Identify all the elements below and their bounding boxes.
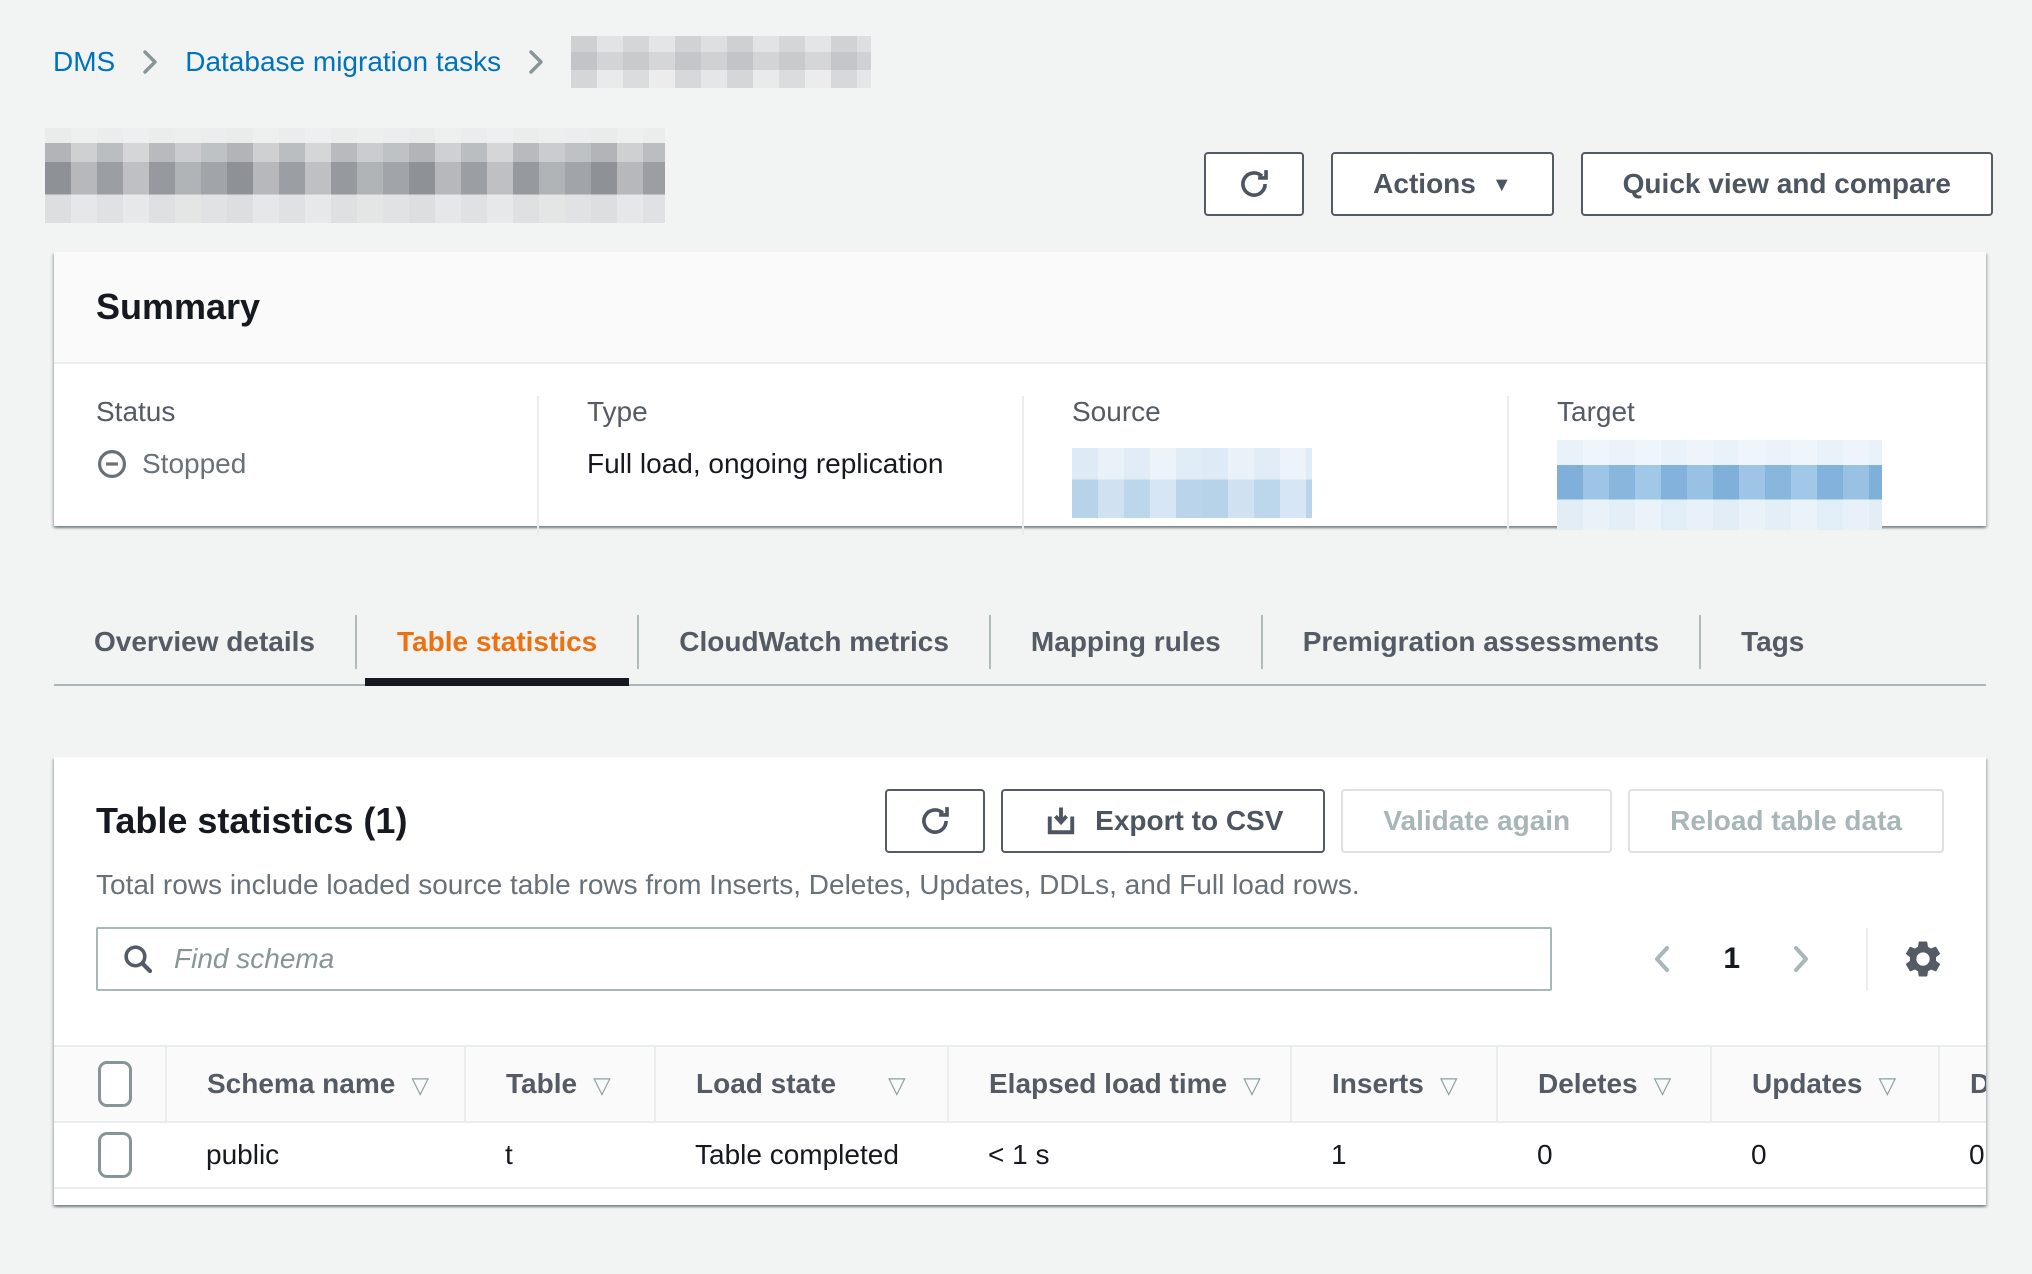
table-header-row: Schema name ▽ Table ▽ Load state ▽ Elapsed …: [54, 1046, 1986, 1122]
summary-field-target: Target: [1507, 396, 1986, 535]
table-statistics-panel: Table statistics (1) Export to CSV Valid…: [54, 757, 1986, 1205]
chevron-right-icon: [137, 47, 163, 77]
summary-panel: Summary Status Stopped Type Full load, o…: [54, 252, 1986, 526]
redacted-source-endpoint[interactable]: [1072, 448, 1312, 518]
column-header-updates: Updates: [1752, 1068, 1862, 1099]
search-icon: [120, 941, 156, 977]
column-header-schema-name: Schema name: [207, 1068, 395, 1099]
previous-page-button[interactable]: [1637, 940, 1687, 978]
page-actions: Actions ▼ Quick view and compare: [1204, 152, 1993, 216]
sort-icon[interactable]: ▽: [411, 1072, 429, 1098]
sort-icon[interactable]: ▽: [1440, 1072, 1458, 1098]
breadcrumb-link-dms[interactable]: DMS: [53, 46, 115, 78]
redacted-target-endpoint[interactable]: [1557, 440, 1882, 530]
cell-updates: 0: [1711, 1122, 1939, 1188]
caret-down-icon: ▼: [1492, 175, 1512, 195]
redacted-page-title: [45, 128, 665, 223]
column-header-load-state: Load state: [696, 1068, 836, 1099]
export-csv-button[interactable]: Export to CSV: [1001, 789, 1325, 853]
table-actions: Export to CSV Validate again Reload tabl…: [885, 789, 1944, 853]
column-header-elapsed-load-time: Elapsed load time: [989, 1068, 1227, 1099]
quick-view-compare-button[interactable]: Quick view and compare: [1581, 152, 1993, 216]
schema-search-box[interactable]: [96, 927, 1552, 991]
validate-again-label: Validate again: [1383, 805, 1570, 837]
export-csv-label: Export to CSV: [1095, 805, 1283, 837]
cell-load-state: Table completed: [655, 1122, 948, 1188]
actions-button[interactable]: Actions ▼: [1331, 152, 1553, 216]
cell-ddls-clipped: 0: [1939, 1122, 1986, 1188]
status-label: Status: [96, 396, 537, 428]
tab-mapping-rules[interactable]: Mapping rules: [991, 600, 1261, 684]
table-statistics-description: Total rows include loaded source table r…: [96, 869, 1944, 901]
pagination: 1: [1637, 928, 1944, 990]
next-page-button[interactable]: [1776, 940, 1826, 978]
select-all-checkbox[interactable]: [98, 1061, 132, 1107]
cell-elapsed-load-time: < 1 s: [948, 1122, 1291, 1188]
current-page-number[interactable]: 1: [1723, 942, 1740, 976]
status-value: Stopped: [96, 448, 537, 480]
table-statistics-table: Schema name ▽ Table ▽ Load state ▽ Elapsed …: [54, 1045, 1986, 1189]
tab-bar: Overview details Table statistics CloudW…: [54, 600, 1986, 686]
table-refresh-button[interactable]: [885, 789, 985, 853]
reload-table-data-label: Reload table data: [1670, 805, 1902, 837]
redacted-task-name: [571, 36, 871, 88]
source-label: Source: [1072, 396, 1507, 428]
sort-icon[interactable]: ▽: [888, 1072, 906, 1098]
row-checkbox[interactable]: [98, 1132, 132, 1178]
pagination-divider: [1866, 928, 1868, 990]
stopped-icon: [96, 448, 128, 480]
validate-again-button[interactable]: Validate again: [1341, 789, 1612, 853]
summary-header: Summary: [54, 252, 1986, 364]
table-row: public t Table completed < 1 s 1 0 0 0: [54, 1122, 1986, 1188]
sort-icon[interactable]: ▽: [1878, 1072, 1896, 1098]
schema-search-input[interactable]: [174, 943, 1528, 975]
table-statistics-title: Table statistics (1): [96, 800, 407, 842]
sort-icon[interactable]: ▽: [593, 1072, 611, 1098]
actions-button-label: Actions: [1373, 168, 1476, 200]
refresh-icon: [1235, 165, 1273, 203]
summary-field-type: Type Full load, ongoing replication: [537, 396, 1022, 535]
quick-view-compare-label: Quick view and compare: [1623, 168, 1951, 200]
column-header-ddls-clipped: D: [1970, 1068, 1986, 1099]
type-value: Full load, ongoing replication: [587, 448, 1022, 480]
tab-premigration-assessments[interactable]: Premigration assessments: [1263, 600, 1699, 684]
breadcrumb-link-tasks[interactable]: Database migration tasks: [185, 46, 501, 78]
sort-icon[interactable]: ▽: [1243, 1072, 1261, 1098]
summary-title: Summary: [96, 286, 260, 328]
cell-inserts: 1: [1291, 1122, 1497, 1188]
tab-cloudwatch-metrics[interactable]: CloudWatch metrics: [639, 600, 989, 684]
column-header-deletes: Deletes: [1538, 1068, 1638, 1099]
refresh-icon: [916, 802, 954, 840]
reload-table-data-button[interactable]: Reload table data: [1628, 789, 1944, 853]
cell-schema-name: public: [166, 1122, 465, 1188]
column-header-table: Table: [506, 1068, 577, 1099]
gear-icon: [1902, 938, 1944, 980]
cell-deletes: 0: [1497, 1122, 1711, 1188]
tab-tags[interactable]: Tags: [1701, 600, 1844, 684]
summary-field-source: Source: [1022, 396, 1507, 535]
tab-table-statistics[interactable]: Table statistics: [357, 600, 637, 684]
summary-field-status: Status Stopped: [54, 396, 537, 535]
tab-overview-details[interactable]: Overview details: [54, 600, 355, 684]
refresh-button[interactable]: [1204, 152, 1304, 216]
sort-icon[interactable]: ▽: [1654, 1072, 1672, 1098]
status-text: Stopped: [142, 448, 246, 480]
cell-table: t: [465, 1122, 655, 1188]
target-label: Target: [1557, 396, 1986, 428]
chevron-right-icon: [523, 47, 549, 77]
summary-grid: Status Stopped Type Full load, ongoing r…: [54, 364, 1986, 535]
column-header-inserts: Inserts: [1332, 1068, 1424, 1099]
preferences-gear-button[interactable]: [1902, 938, 1944, 980]
breadcrumb: DMS Database migration tasks: [53, 36, 871, 88]
download-icon: [1043, 803, 1079, 839]
type-label: Type: [587, 396, 1022, 428]
